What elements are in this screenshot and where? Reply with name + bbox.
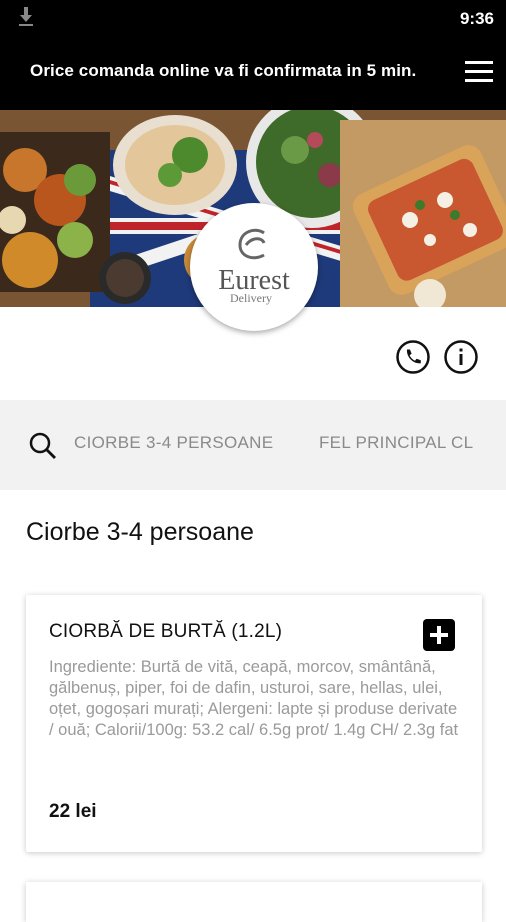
logo-sub-text: Delivery [230, 291, 272, 305]
category-tab-fel-principal[interactable]: FEL PRINCIPAL CL [319, 433, 473, 453]
hamburger-menu-icon[interactable] [465, 58, 493, 86]
product-card-next[interactable] [26, 882, 482, 922]
add-to-cart-icon[interactable] [423, 619, 455, 651]
search-icon[interactable] [28, 431, 58, 461]
top-bar: Orice comanda online va fi confirmata in… [0, 37, 506, 110]
section-title: Ciorbe 3-4 persoane [26, 518, 254, 546]
product-name: CIORBĂ DE BURTĂ (1.2L) [49, 621, 283, 642]
status-bar: 9:36 [0, 0, 506, 37]
category-bar: CIORBE 3-4 PERSOANE FEL PRINCIPAL CL [0, 400, 506, 490]
logo-emblem-icon [238, 228, 266, 260]
product-price: 22 lei [49, 801, 97, 822]
download-icon [19, 7, 33, 26]
brand-logo: Eurest Delivery [190, 203, 318, 331]
product-description: Ingrediente: Burtă de vită, ceapă, morco… [49, 658, 459, 739]
header-title: Orice comanda online va fi confirmata in… [30, 61, 417, 80]
phone-icon[interactable] [396, 340, 430, 374]
category-tab-ciorbe[interactable]: CIORBE 3-4 PERSOANE [74, 433, 273, 453]
status-time: 9:36 [459, 9, 494, 28]
product-card[interactable]: CIORBĂ DE BURTĂ (1.2L) Ingrediente: Burt… [26, 595, 482, 852]
info-icon[interactable] [444, 340, 478, 374]
